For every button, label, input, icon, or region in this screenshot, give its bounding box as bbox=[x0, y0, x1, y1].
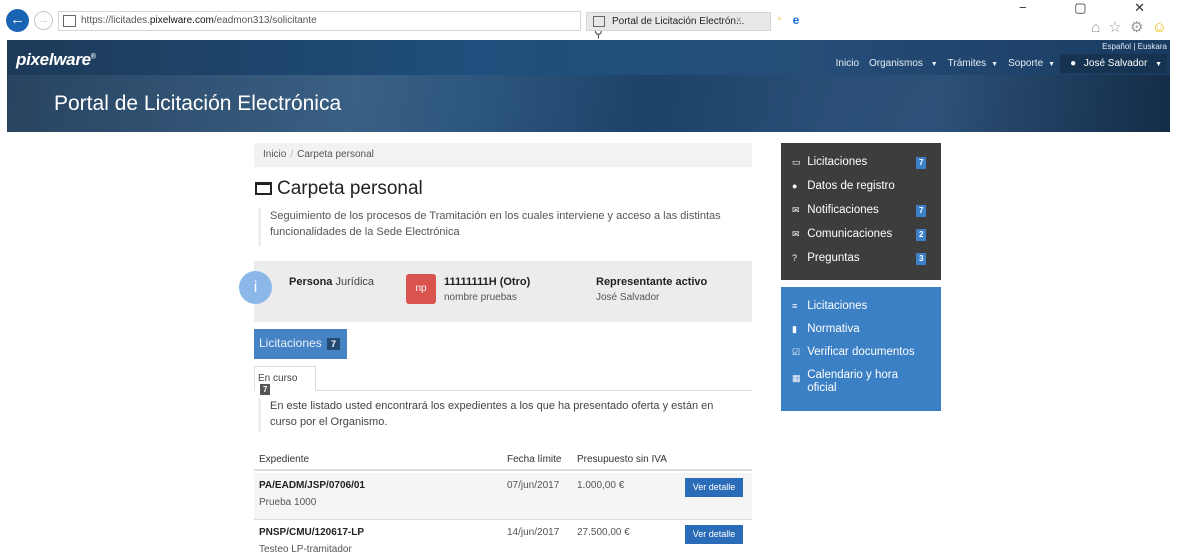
browser-toolbar: ← → https://licitades.pixelware.com/eadm… bbox=[0, 0, 1177, 82]
tab-favicon-icon bbox=[593, 16, 605, 27]
count-badge: 7 bbox=[260, 384, 271, 395]
page-description: Seguimiento de los procesos de Tramitaci… bbox=[258, 208, 728, 246]
side-item-normativa[interactable]: ▮ Normativa bbox=[781, 320, 941, 343]
count-badge: 7 bbox=[327, 338, 341, 350]
question-icon: ? bbox=[792, 253, 798, 263]
row-code: PNSP/CMU/120617-LP bbox=[259, 527, 365, 538]
language-switcher: Español | Euskara bbox=[1102, 42, 1167, 51]
site-header: pixelware® Español | Euskara Inicio Orga… bbox=[7, 40, 1170, 132]
breadcrumb-current: Carpeta personal bbox=[297, 149, 374, 160]
inbox-icon: ▭ bbox=[792, 157, 801, 167]
representative-title: Representante activo bbox=[596, 276, 708, 288]
inbox-icon bbox=[255, 182, 272, 195]
identity-name: nombre pruebas bbox=[444, 292, 517, 303]
url-text: https://licitades.pixelware.com/eadmon31… bbox=[81, 15, 317, 26]
page-title: Carpeta personal bbox=[255, 178, 423, 200]
avatar: np bbox=[406, 274, 436, 304]
identity-code: 11111111H (Otro) bbox=[444, 276, 531, 288]
row-amount: 27.500,00 € bbox=[577, 527, 630, 538]
book-icon: ▮ bbox=[792, 324, 797, 334]
caret-down-icon: ▼ bbox=[1155, 60, 1162, 68]
public-menu: ≡ Licitaciones ▮ Normativa ☑ Verificar d… bbox=[781, 287, 941, 411]
page-favicon-icon bbox=[63, 15, 76, 27]
envelope-open-icon: ✉ bbox=[792, 229, 800, 239]
tab-licitaciones[interactable]: Licitaciones 7 bbox=[254, 329, 347, 359]
address-bar[interactable]: https://licitades.pixelware.com/eadmon31… bbox=[58, 11, 609, 82]
calendar-icon: ▦ bbox=[792, 373, 801, 383]
user-menu[interactable]: ● José Salvador ▼ bbox=[1060, 53, 1167, 73]
caret-down-icon: ▼ bbox=[930, 60, 938, 68]
side-item-comunicaciones[interactable]: ✉ Comunicaciones 2 bbox=[781, 225, 941, 249]
nav-organismos[interactable]: Organismos ▼ bbox=[864, 58, 938, 69]
breadcrumb: Inicio / Carpeta personal bbox=[254, 143, 752, 167]
table-row: PA/EADM/JSP/0706/01 Prueba 1000 07/jun/2… bbox=[254, 473, 752, 519]
portal-title: Portal de Licitación Electrónica bbox=[54, 92, 342, 115]
count-badge: 7 bbox=[916, 157, 927, 169]
info-icon: i bbox=[239, 271, 272, 304]
nav-tramites[interactable]: Trámites ▼ bbox=[943, 58, 998, 69]
check-square-icon: ☑ bbox=[792, 347, 801, 357]
persona-type: Persona Jurídica bbox=[289, 276, 375, 288]
lang-eu-link[interactable]: Euskara bbox=[1138, 42, 1167, 51]
window-controls[interactable]: − ▢ ✕ bbox=[1019, 0, 1167, 16]
nav-soporte[interactable]: Soporte ▼ bbox=[1003, 58, 1055, 69]
breadcrumb-home-link[interactable]: Inicio bbox=[263, 149, 286, 160]
col-expediente: Expediente bbox=[259, 454, 310, 465]
feedback-smiley-icon[interactable]: ☺ bbox=[1152, 19, 1169, 36]
side-item-datos-registro[interactable]: ● Datos de registro bbox=[781, 177, 941, 201]
row-code: PA/EADM/JSP/0706/01 bbox=[259, 480, 365, 491]
user-icon: ● bbox=[792, 181, 798, 191]
side-item-notificaciones[interactable]: ✉ Notificaciones 7 bbox=[781, 201, 941, 225]
table-header: Expediente Fecha límite Presupuesto sin … bbox=[254, 452, 752, 471]
table-row: PNSP/CMU/120617-LP Testeo LP-tramitador … bbox=[254, 519, 752, 553]
browser-action-icons[interactable]: ⌂ ☆ ⚙ ☺ bbox=[1091, 18, 1169, 36]
ver-detalle-button[interactable]: Ver detalle bbox=[685, 525, 743, 544]
side-item-verificar[interactable]: ☑ Verificar documentos bbox=[781, 343, 941, 366]
count-badge: 7 bbox=[916, 205, 927, 217]
forward-arrow-icon[interactable]: → bbox=[34, 11, 53, 30]
caret-down-icon: ▼ bbox=[1048, 60, 1056, 68]
row-amount: 1.000,00 € bbox=[577, 480, 625, 491]
tab-close-icon[interactable]: × bbox=[736, 15, 742, 26]
row-name: Prueba 1000 bbox=[259, 497, 317, 508]
row-name: Testeo LP-tramitador bbox=[259, 544, 352, 553]
caret-down-icon: ▼ bbox=[991, 60, 999, 68]
count-badge: 2 bbox=[916, 229, 927, 241]
representative-name: José Salvador bbox=[596, 292, 660, 303]
tab-en-curso[interactable]: En curso 7 bbox=[254, 366, 316, 395]
envelope-icon: ✉ bbox=[792, 205, 800, 215]
nav-inicio[interactable]: Inicio bbox=[836, 58, 859, 69]
brand-logo[interactable]: pixelware® bbox=[16, 50, 96, 70]
list-description: En este listado usted encontrará los exp… bbox=[258, 398, 738, 432]
personal-menu: ▭ Licitaciones 7 ● Datos de registro ✉ No… bbox=[781, 143, 941, 280]
list-icon: ≡ bbox=[792, 301, 798, 311]
count-badge: 3 bbox=[916, 253, 927, 265]
new-tab-icon[interactable]: ▫ bbox=[773, 14, 786, 30]
back-arrow-icon[interactable]: ← bbox=[6, 9, 29, 32]
col-fecha-limite: Fecha límite bbox=[507, 454, 562, 465]
ie-logo-icon[interactable]: e bbox=[789, 13, 803, 29]
home-star-gear-icon[interactable]: ⌂ ☆ ⚙ bbox=[1091, 19, 1145, 36]
top-navigation: Inicio Organismos ▼ Trámites ▼ Soporte ▼ ●… bbox=[831, 53, 1167, 73]
row-date: 07/jun/2017 bbox=[507, 480, 560, 491]
side-item-licitaciones[interactable]: ▭ Licitaciones 7 bbox=[781, 153, 941, 177]
side-item-preguntas[interactable]: ? Preguntas 3 bbox=[781, 249, 941, 273]
col-presupuesto: Presupuesto sin IVA bbox=[577, 454, 667, 465]
side-item-calendario[interactable]: ▦ Calendario y hora oficial bbox=[781, 366, 941, 400]
lang-es-link[interactable]: Español bbox=[1102, 42, 1131, 51]
side-item-licitaciones-public[interactable]: ≡ Licitaciones bbox=[781, 297, 941, 320]
tab-title: Portal de Licitación Electrón... bbox=[612, 16, 745, 27]
browser-tab[interactable]: Portal de Licitación Electrón... × bbox=[586, 12, 771, 31]
user-icon: ● bbox=[1070, 57, 1077, 69]
ver-detalle-button[interactable]: Ver detalle bbox=[685, 478, 743, 497]
row-date: 14/jun/2017 bbox=[507, 527, 560, 538]
tab-divider bbox=[316, 390, 752, 391]
